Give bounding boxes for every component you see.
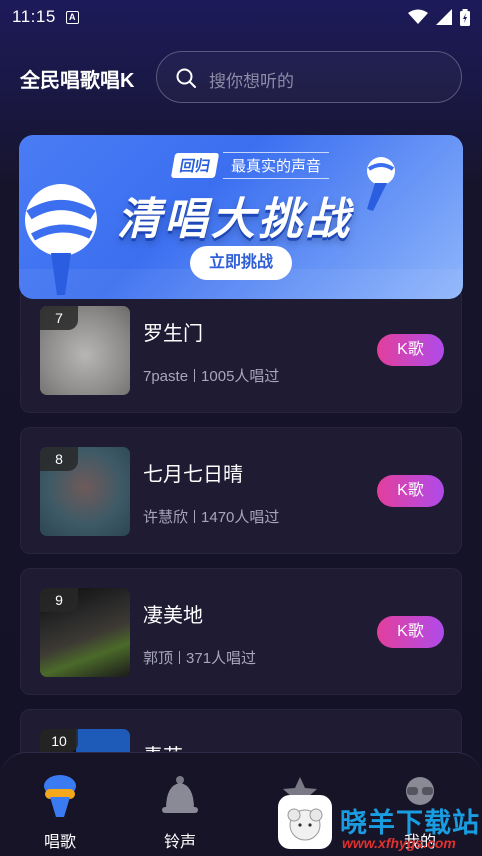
banner-tag-right: 最真实的声音 (223, 151, 330, 179)
wifi-icon (408, 9, 428, 24)
search-icon (176, 68, 196, 88)
signal-icon (436, 9, 452, 25)
song-meta: 郭顶 371人唱过 (143, 647, 256, 668)
song-card[interactable]: 8 七月七日晴 许慧欣 1470人唱过 K歌 (20, 427, 462, 554)
top-header: 全民唱歌唱K 搜你想听的 (0, 50, 482, 104)
site-watermark: 晓羊下载站 www.xfhygs.com (278, 775, 482, 856)
song-artist: 7paste (143, 368, 189, 385)
song-title: 罗生门 (143, 323, 203, 345)
watermark-logo (278, 795, 332, 849)
song-sung-count: 371人唱过 (186, 650, 257, 667)
status-icons (408, 8, 470, 26)
song-sung-count: 1470人唱过 (201, 509, 280, 526)
banner-tag: 回归 最真实的声音 (170, 151, 330, 179)
song-cover: 9 (40, 588, 130, 677)
meta-divider (194, 510, 196, 523)
k-song-button[interactable]: K歌 (377, 475, 444, 507)
song-card[interactable]: 7 罗生门 7paste 1005人唱过 K歌 (20, 286, 462, 413)
app-title: 全民唱歌唱K (20, 70, 135, 92)
song-artist: 郭顶 (143, 650, 174, 667)
microphone-decoration-left (25, 184, 97, 295)
k-song-button[interactable]: K歌 (377, 616, 444, 648)
status-time: 11:15 (12, 7, 56, 26)
microphone-decoration-right (367, 157, 395, 211)
search-bar[interactable]: 搜你想听的 (156, 51, 462, 103)
song-cover: 7 (40, 306, 130, 395)
song-title: 七月七日晴 (143, 464, 243, 486)
song-title: 凄美地 (143, 605, 203, 627)
song-cover: 8 (40, 447, 130, 536)
rank-badge: 10 (40, 729, 78, 753)
banner-tag-left: 回归 (170, 152, 220, 178)
meta-divider (194, 369, 196, 382)
notification-a-icon: A (65, 10, 79, 24)
microphone-icon (44, 775, 76, 817)
app-screen: 11:15 A 全民唱歌唱K 搜你想听的 7 罗生门 7paste 1005人唱过 (0, 0, 482, 856)
song-meta: 7paste 1005人唱过 (143, 365, 279, 386)
banner-headline: 清唱大挑战 (117, 195, 352, 244)
song-sung-count: 1005人唱过 (201, 368, 280, 385)
song-card[interactable]: 9 凄美地 郭顶 371人唱过 K歌 (20, 568, 462, 695)
tab-sing[interactable]: 唱歌 (20, 773, 100, 852)
song-artist: 许慧欣 (143, 509, 189, 526)
meta-divider (179, 651, 181, 664)
sheep-logo-icon (287, 808, 323, 841)
status-bar: 11:15 A (0, 0, 482, 34)
challenge-button[interactable]: 立即挑战 (190, 246, 292, 280)
tab-label: 铃声 (163, 834, 196, 851)
tab-ringtone[interactable]: 铃声 (140, 773, 220, 852)
search-placeholder: 搜你想听的 (209, 72, 294, 91)
battery-icon (460, 8, 470, 26)
rank-badge: 8 (40, 447, 78, 471)
bell-icon (162, 776, 198, 813)
challenge-banner[interactable]: 回归 最真实的声音 清唱大挑战 立即挑战 (19, 135, 463, 299)
rank-badge: 9 (40, 588, 78, 612)
rank-badge: 7 (40, 306, 78, 330)
song-meta: 许慧欣 1470人唱过 (143, 506, 279, 527)
k-song-button[interactable]: K歌 (377, 334, 444, 366)
tab-label: 唱歌 (43, 834, 76, 851)
watermark-url: www.xfhygs.com (342, 835, 456, 851)
